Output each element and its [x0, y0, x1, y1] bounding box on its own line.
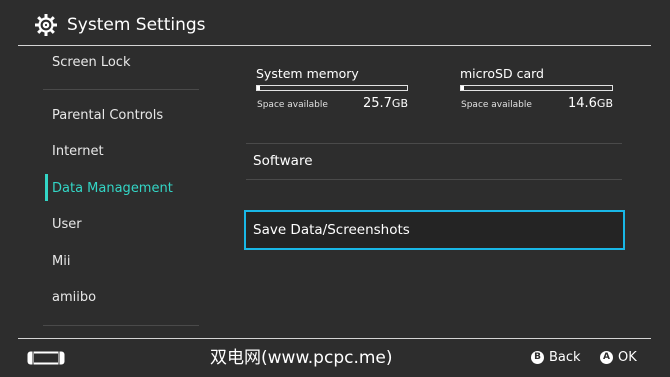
ok-button-label: OK	[618, 350, 637, 365]
sidebar-item-parental-controls[interactable]: Parental Controls	[52, 108, 163, 123]
microsd-space-label: Space available	[461, 100, 532, 110]
system-memory-bar	[256, 85, 408, 91]
microsd-title: microSD card	[460, 66, 544, 81]
b-button-icon: B	[531, 351, 544, 364]
microsd-bar-fill	[461, 86, 465, 90]
sidebar-item-data-management[interactable]: Data Management	[52, 181, 173, 196]
menu-divider	[246, 179, 622, 180]
microsd-bar	[460, 85, 613, 91]
footer-divider	[18, 338, 651, 339]
header-bar: System Settings	[0, 0, 670, 46]
menu-divider	[246, 143, 622, 144]
menu-item-software[interactable]: Software	[253, 153, 313, 169]
gear-icon	[35, 14, 57, 36]
sidebar-item-screen-lock[interactable]: Screen Lock	[52, 55, 130, 70]
sidebar-item-mii[interactable]: Mii	[52, 254, 70, 269]
back-button-label: Back	[549, 350, 581, 365]
back-button[interactable]: B Back	[531, 350, 581, 366]
sidebar-divider	[43, 325, 199, 326]
system-memory-space-value: 25.7GB	[362, 96, 408, 111]
sidebar-divider	[43, 89, 199, 90]
system-memory-title: System memory	[256, 66, 359, 81]
a-button-icon: A	[600, 351, 613, 364]
watermark-text: 双电网(www.pcpc.me)	[210, 348, 393, 368]
microsd-space-value: 14.6GB	[567, 96, 613, 111]
sidebar-item-internet[interactable]: Internet	[52, 144, 104, 159]
system-memory-space-label: Space available	[257, 100, 328, 110]
page-title: System Settings	[67, 15, 206, 35]
ok-button[interactable]: A OK	[600, 350, 640, 366]
handheld-console-icon	[27, 351, 65, 365]
system-memory-bar-fill	[257, 86, 260, 90]
sidebar-item-amiibo[interactable]: amiibo	[52, 290, 96, 305]
sidebar-item-user[interactable]: User	[52, 217, 82, 232]
menu-item-save-data-screenshots-label: Save Data/Screenshots	[253, 222, 410, 238]
sidebar-selection-indicator	[45, 174, 48, 201]
